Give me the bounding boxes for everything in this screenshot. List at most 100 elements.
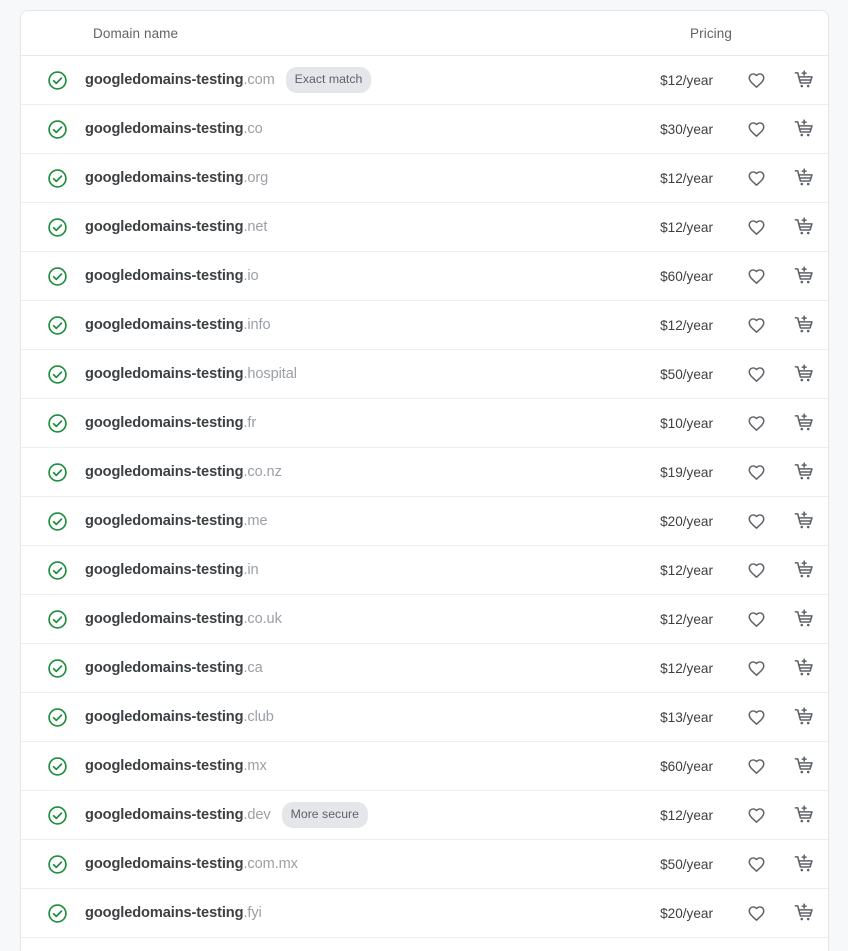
table-row-org[interactable]: googledomains-testing.org $12/year xyxy=(21,154,828,203)
table-row-club[interactable]: googledomains-testing.club $13/year xyxy=(21,693,828,742)
add-to-cart-button[interactable] xyxy=(787,63,821,97)
domain-name-cell[interactable]: googledomains-testing.net xyxy=(85,219,660,235)
add-to-favorites-button[interactable] xyxy=(739,308,773,342)
add-to-cart-button[interactable] xyxy=(787,504,821,538)
table-row-fr[interactable]: googledomains-testing.fr $10/year xyxy=(21,399,828,448)
add-to-cart-button[interactable] xyxy=(787,700,821,734)
add-to-favorites-button[interactable] xyxy=(739,63,773,97)
add-to-cart-button[interactable] xyxy=(787,112,821,146)
domain-name-text: googledomains-testing.com.mx xyxy=(85,856,298,872)
table-row-hospital[interactable]: googledomains-testing.hospital $50/year xyxy=(21,350,828,399)
domain-name-cell[interactable]: googledomains-testing.com Exact match xyxy=(85,67,660,93)
add-to-favorites-button[interactable] xyxy=(739,112,773,146)
cart-action-cell xyxy=(780,504,828,538)
add-to-cart-button[interactable] xyxy=(787,602,821,636)
table-row-dev[interactable]: googledomains-testing.dev More secure $1… xyxy=(21,791,828,840)
table-row-fyi[interactable]: googledomains-testing.fyi $20/year xyxy=(21,889,828,938)
check-circle-icon xyxy=(47,854,68,875)
favorite-action-cell xyxy=(732,63,780,97)
add-to-favorites-button[interactable] xyxy=(739,847,773,881)
heart-icon xyxy=(746,609,767,630)
add-to-favorites-button[interactable] xyxy=(739,210,773,244)
add-to-cart-button[interactable] xyxy=(787,749,821,783)
domain-name-cell[interactable]: googledomains-testing.org xyxy=(85,170,660,186)
domain-price: $60/year xyxy=(660,758,713,774)
cart-action-cell xyxy=(780,749,828,783)
domain-name-cell[interactable]: googledomains-testing.info xyxy=(85,317,660,333)
add-to-favorites-button[interactable] xyxy=(739,798,773,832)
domain-name-base: googledomains-testing xyxy=(85,415,244,431)
domain-price: $20/year xyxy=(660,905,713,921)
domain-name-base: googledomains-testing xyxy=(85,170,244,186)
availability-status-cell xyxy=(21,707,93,728)
add-to-cart-button[interactable] xyxy=(787,259,821,293)
domain-name-cell[interactable]: googledomains-testing.hospital xyxy=(85,366,660,382)
domain-name-cell[interactable]: googledomains-testing.io xyxy=(85,268,660,284)
domain-name-text: googledomains-testing.info xyxy=(85,317,271,333)
domain-name-cell[interactable]: googledomains-testing.dev More secure xyxy=(85,802,660,828)
cart-action-cell xyxy=(780,406,828,440)
add-to-favorites-button[interactable] xyxy=(739,357,773,391)
domain-name-cell[interactable]: googledomains-testing.co xyxy=(85,121,660,137)
add-to-cart-button[interactable] xyxy=(787,210,821,244)
add-to-favorites-button[interactable] xyxy=(739,161,773,195)
domain-name-cell[interactable]: googledomains-testing.in xyxy=(85,562,660,578)
add-to-favorites-button[interactable] xyxy=(739,749,773,783)
table-row-co[interactable]: googledomains-testing.co $30/year xyxy=(21,105,828,154)
add-to-favorites-button[interactable] xyxy=(739,406,773,440)
domain-name-cell[interactable]: googledomains-testing.com.mx xyxy=(85,856,660,872)
favorite-action-cell xyxy=(732,602,780,636)
add-to-favorites-button[interactable] xyxy=(739,700,773,734)
check-circle-icon xyxy=(47,805,68,826)
availability-status-cell xyxy=(21,413,93,434)
table-row-com[interactable]: googledomains-testing.com Exact match $1… xyxy=(21,56,828,105)
table-row-co-uk[interactable]: googledomains-testing.co.uk $12/year xyxy=(21,595,828,644)
add-to-cart-button[interactable] xyxy=(787,308,821,342)
domain-name-cell[interactable]: googledomains-testing.ca xyxy=(85,660,660,676)
add-to-cart-button[interactable] xyxy=(787,847,821,881)
domain-name-cell[interactable]: googledomains-testing.me xyxy=(85,513,660,529)
add-to-cart-button[interactable] xyxy=(787,455,821,489)
domain-results-card: Domain name Pricing googledomains-testin… xyxy=(20,10,829,951)
domain-name-tld: .co.uk xyxy=(243,611,282,627)
add-to-favorites-button[interactable] xyxy=(739,259,773,293)
domain-price: $30/year xyxy=(660,121,713,137)
add-to-cart-button[interactable] xyxy=(787,406,821,440)
domain-name-cell[interactable]: googledomains-testing.fr xyxy=(85,415,660,431)
table-row-net[interactable]: googledomains-testing.net $12/year xyxy=(21,203,828,252)
cart-action-cell xyxy=(780,602,828,636)
add-to-cart-button[interactable] xyxy=(787,553,821,587)
domain-name-cell[interactable]: googledomains-testing.mx xyxy=(85,758,660,774)
table-row-co-nz[interactable]: googledomains-testing.co.nz $19/year xyxy=(21,448,828,497)
add-to-cart-icon xyxy=(793,118,815,140)
domain-name-tld: .in xyxy=(243,562,259,578)
add-to-favorites-button[interactable] xyxy=(739,602,773,636)
table-row-ca[interactable]: googledomains-testing.ca $12/year xyxy=(21,644,828,693)
table-row-io[interactable]: googledomains-testing.io $60/year xyxy=(21,252,828,301)
table-row-in[interactable]: googledomains-testing.in $12/year xyxy=(21,546,828,595)
heart-icon xyxy=(746,756,767,777)
add-to-favorites-button[interactable] xyxy=(739,896,773,930)
add-to-cart-button[interactable] xyxy=(787,798,821,832)
add-to-cart-button[interactable] xyxy=(787,896,821,930)
domain-name-cell[interactable]: googledomains-testing.co.uk xyxy=(85,611,660,627)
heart-icon xyxy=(746,854,767,875)
table-row-info[interactable]: googledomains-testing.info $12/year xyxy=(21,301,828,350)
domain-name-base: googledomains-testing xyxy=(85,660,244,676)
add-to-favorites-button[interactable] xyxy=(739,553,773,587)
table-row-mx[interactable]: googledomains-testing.mx $60/year xyxy=(21,742,828,791)
add-to-cart-icon xyxy=(793,216,815,238)
table-row-me[interactable]: googledomains-testing.me $20/year xyxy=(21,497,828,546)
add-to-cart-button[interactable] xyxy=(787,357,821,391)
table-row-com-mx[interactable]: googledomains-testing.com.mx $50/year xyxy=(21,840,828,889)
add-to-cart-button[interactable] xyxy=(787,161,821,195)
domain-name-cell[interactable]: googledomains-testing.co.nz xyxy=(85,464,660,480)
add-to-favorites-button[interactable] xyxy=(739,455,773,489)
add-to-favorites-button[interactable] xyxy=(739,651,773,685)
domain-name-cell[interactable]: googledomains-testing.club xyxy=(85,709,660,725)
add-to-favorites-button[interactable] xyxy=(739,504,773,538)
check-circle-icon xyxy=(47,756,68,777)
add-to-cart-button[interactable] xyxy=(787,651,821,685)
domain-name-cell[interactable]: googledomains-testing.fyi xyxy=(85,905,660,921)
availability-status-cell xyxy=(21,560,93,581)
